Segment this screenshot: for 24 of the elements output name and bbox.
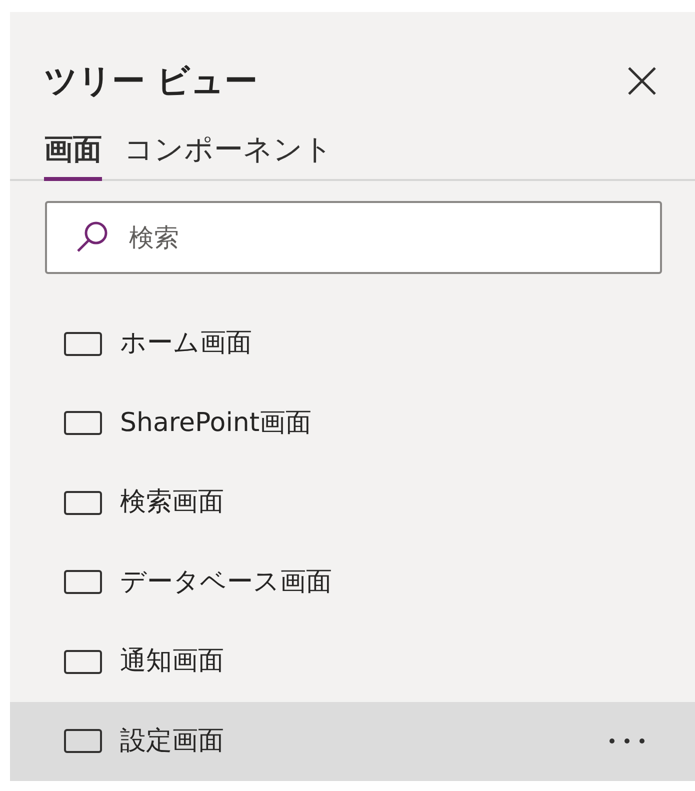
screen-item[interactable]: データベース画面 [10,542,695,622]
screen-label: データベース画面 [120,566,333,599]
screen-icon [64,650,102,674]
screen-label: ホーム画面 [120,327,253,360]
screen-icon [64,570,102,594]
screen-label: SharePoint画面 [120,406,313,440]
screen-label: 検索画面 [120,486,225,520]
screen-icon [64,490,102,515]
screen-item[interactable]: SharePoint画面 [10,384,695,463]
more-icon[interactable] [609,738,645,744]
screen-label: 通知画面 [120,645,225,678]
screen-label: 設定画面 [120,724,225,758]
panel-title: ツリー ビュー [44,60,258,102]
screen-item[interactable]: 通知画面 [10,622,695,702]
search-icon [75,220,109,254]
search-field[interactable]: 検索 [45,201,662,274]
screen-item[interactable]: ホーム画面 [10,304,695,384]
screen-icon [64,411,102,436]
screen-icon [64,332,102,356]
tab[interactable]: 画面 [44,128,102,181]
tab[interactable]: コンポーネント [124,128,333,181]
screen-item[interactable]: 設定画面 [10,702,695,781]
screen-item[interactable]: 検索画面 [10,463,695,542]
screen-icon [64,729,102,754]
